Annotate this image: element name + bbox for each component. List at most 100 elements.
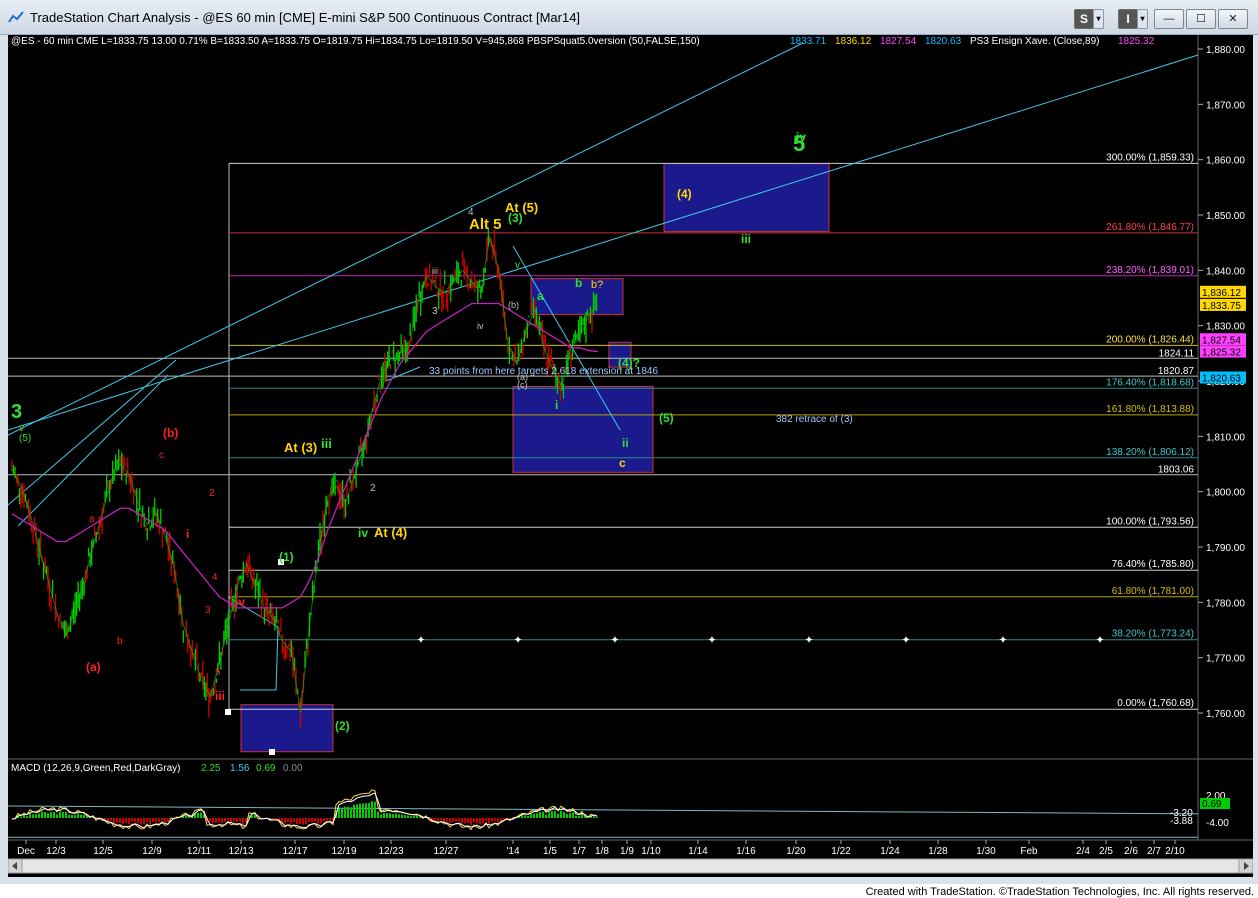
maximize-button[interactable]: ☐	[1186, 9, 1216, 29]
x-tick-label-15: 1/9	[620, 846, 634, 857]
y-tick-label-13: 1,760.00	[1206, 709, 1245, 720]
ensign-label: PS3 Ensign Xave. (Close,89)	[970, 36, 1100, 47]
projection-dot-5: ✦	[804, 635, 813, 647]
tradestation-credit: Created with TradeStation. ©TradeStation…	[865, 886, 1254, 898]
annotation-4: (b)	[163, 426, 178, 440]
fib-level-label-9: 76.40% (1,785.80)	[1112, 559, 1194, 570]
annotation-30: v	[515, 260, 520, 271]
target-box-1	[240, 704, 334, 753]
x-tick-label-1: Dec	[17, 846, 35, 857]
annotation-18: At (3)	[284, 440, 317, 455]
tradestation-window: TradeStation Chart Analysis - @ES 60 min…	[0, 0, 1258, 884]
x-tick-label-2: 12/3	[46, 846, 66, 857]
window-title: TradeStation Chart Analysis - @ES 60 min…	[30, 10, 581, 25]
x-tick-label-23: 1/30	[976, 846, 996, 857]
x-tick-label-9: 12/23	[378, 846, 403, 857]
projection-dots: ✦ ✦ ✦ ✦ ✦ ✦ ✦ ✦	[225, 559, 1105, 755]
price-level-label-1: 1824.11	[1159, 348, 1195, 359]
title-bar: TradeStation Chart Analysis - @ES 60 min…	[0, 0, 1258, 35]
symbol-link-menu-button[interactable]: ▾	[1093, 9, 1104, 29]
projection-dot-6: ✦	[901, 635, 910, 647]
annotation-34: a	[537, 289, 544, 303]
annotation-19: iii	[321, 436, 332, 451]
annotation-48: ii	[8, 35, 12, 37]
annotation-37: i	[555, 398, 558, 412]
x-tick-label-26: 2/5	[1099, 846, 1113, 857]
x-tick-label-3: 12/5	[93, 846, 113, 857]
annotation-46: 382 retrace of (3)	[776, 414, 853, 425]
date-axis: Dec 12/3 12/5 12/9 12/11 12/13 12/17 12/19 12/23…	[17, 840, 1185, 857]
fib-level-label-11: 38.20% (1,773.24)	[1112, 629, 1194, 640]
annotation-6: a	[89, 514, 95, 525]
symbol-link-button[interactable]: S	[1074, 9, 1094, 29]
minimize-button[interactable]: —	[1154, 9, 1184, 29]
fib-level-label-12: 0.00% (1,760.68)	[1117, 698, 1194, 709]
macd-value-1: 2.25	[201, 763, 221, 774]
x-tick-label-6: 12/13	[228, 846, 253, 857]
pivot-marker-1	[225, 709, 231, 715]
y-tick-label-10: 1,790.00	[1206, 543, 1245, 554]
annotation-25: iv	[477, 321, 484, 331]
indicator-value-2: 1836.12	[835, 36, 872, 47]
y-tick-label-9: 1,800.00	[1206, 488, 1245, 499]
macd-axis-label-5: -4.00	[1206, 818, 1229, 829]
annotation-40: c	[619, 456, 626, 470]
y-tick-label-1: 1,880.00	[1206, 45, 1245, 56]
price-tag-label-4: 1,825.32	[1202, 348, 1241, 359]
price-tag-label-1: 1,836.12	[1202, 288, 1241, 299]
annotation-10: iii	[215, 689, 225, 703]
annotation-12: 5	[215, 667, 221, 678]
price-chart[interactable]: @ES - 60 min CME L=1833.75 13.00 0.71% B…	[8, 35, 1253, 877]
x-tick-label-12: 1/5	[543, 846, 557, 857]
y-tick-label-8: 1,810.00	[1206, 432, 1245, 443]
x-tick-label-4: 12/9	[142, 846, 162, 857]
fib-level-label-1: 300.00% (1,859.33)	[1106, 152, 1194, 163]
annotation-24: 3	[432, 306, 438, 317]
annotation-5: c	[159, 450, 164, 461]
chart-app-icon	[8, 11, 24, 23]
x-tick-label-20: 1/22	[831, 846, 851, 857]
annotation-1: 3	[11, 401, 22, 423]
fib-level-label-6: 161.80% (1,813.88)	[1106, 404, 1194, 415]
x-tick-label-8: 12/19	[331, 846, 356, 857]
x-tick-label-24: Feb	[1020, 846, 1038, 857]
close-button[interactable]: ✕	[1218, 9, 1248, 29]
annotation-44: 5	[793, 131, 805, 156]
chart-area[interactable]: @ES - 60 min CME L=1833.75 13.00 0.71% B…	[8, 35, 1253, 877]
annotation-16: (1)	[279, 550, 294, 564]
price-tag-label-2: 1,833.75	[1202, 301, 1241, 312]
x-tick-label-28: 2/7	[1147, 846, 1161, 857]
y-tick-label-5: 1,840.00	[1206, 266, 1245, 277]
annotation-35: b	[575, 276, 582, 290]
fib-level-label-3: 238.20% (1,839.01)	[1106, 265, 1194, 276]
price-tag-label-5: 1,820.63	[1202, 374, 1241, 385]
macd-label: MACD (12,26,9,Green,Red,DarkGray)	[11, 763, 181, 774]
target-box-2	[512, 386, 654, 473]
price-level-label-3: 1803.06	[1158, 465, 1195, 476]
projection-dot-1: ✦	[416, 635, 425, 647]
x-tick-label-7: 12/17	[282, 846, 307, 857]
x-tick-label-29: 2/10	[1165, 846, 1185, 857]
projection-dot-4: ✦	[707, 635, 716, 647]
annotation-22: 2	[370, 483, 376, 494]
x-tick-label-5: 12/11	[187, 846, 212, 857]
macd-value-2: 1.56	[230, 763, 250, 774]
annotation-13: 4	[212, 572, 218, 583]
y-tick-label-11: 1,780.00	[1206, 598, 1245, 609]
x-tick-label-11: '14	[506, 846, 519, 857]
interval-link-menu-button[interactable]: ▾	[1137, 9, 1148, 29]
horizontal-scrollbar[interactable]	[8, 858, 1253, 874]
x-tick-label-27: 2/6	[1124, 846, 1138, 857]
interval-link-button[interactable]: I	[1118, 9, 1138, 29]
annotation-42: iii	[741, 232, 751, 246]
annotation-45: (5)	[659, 411, 674, 425]
macd-axis-label-2: 0.69	[1202, 799, 1222, 810]
annotation-9: i	[186, 527, 189, 541]
x-tick-label-18: 1/16	[736, 846, 756, 857]
x-tick-label-19: 1/20	[786, 846, 806, 857]
annotation-3: (5)	[19, 433, 31, 444]
annotation-29: (3)	[508, 211, 523, 225]
ensign-average-line	[11, 302, 599, 609]
fib-level-label-10: 61.80% (1,781.00)	[1112, 586, 1194, 597]
projection-dot-8: ✦	[1095, 635, 1104, 647]
